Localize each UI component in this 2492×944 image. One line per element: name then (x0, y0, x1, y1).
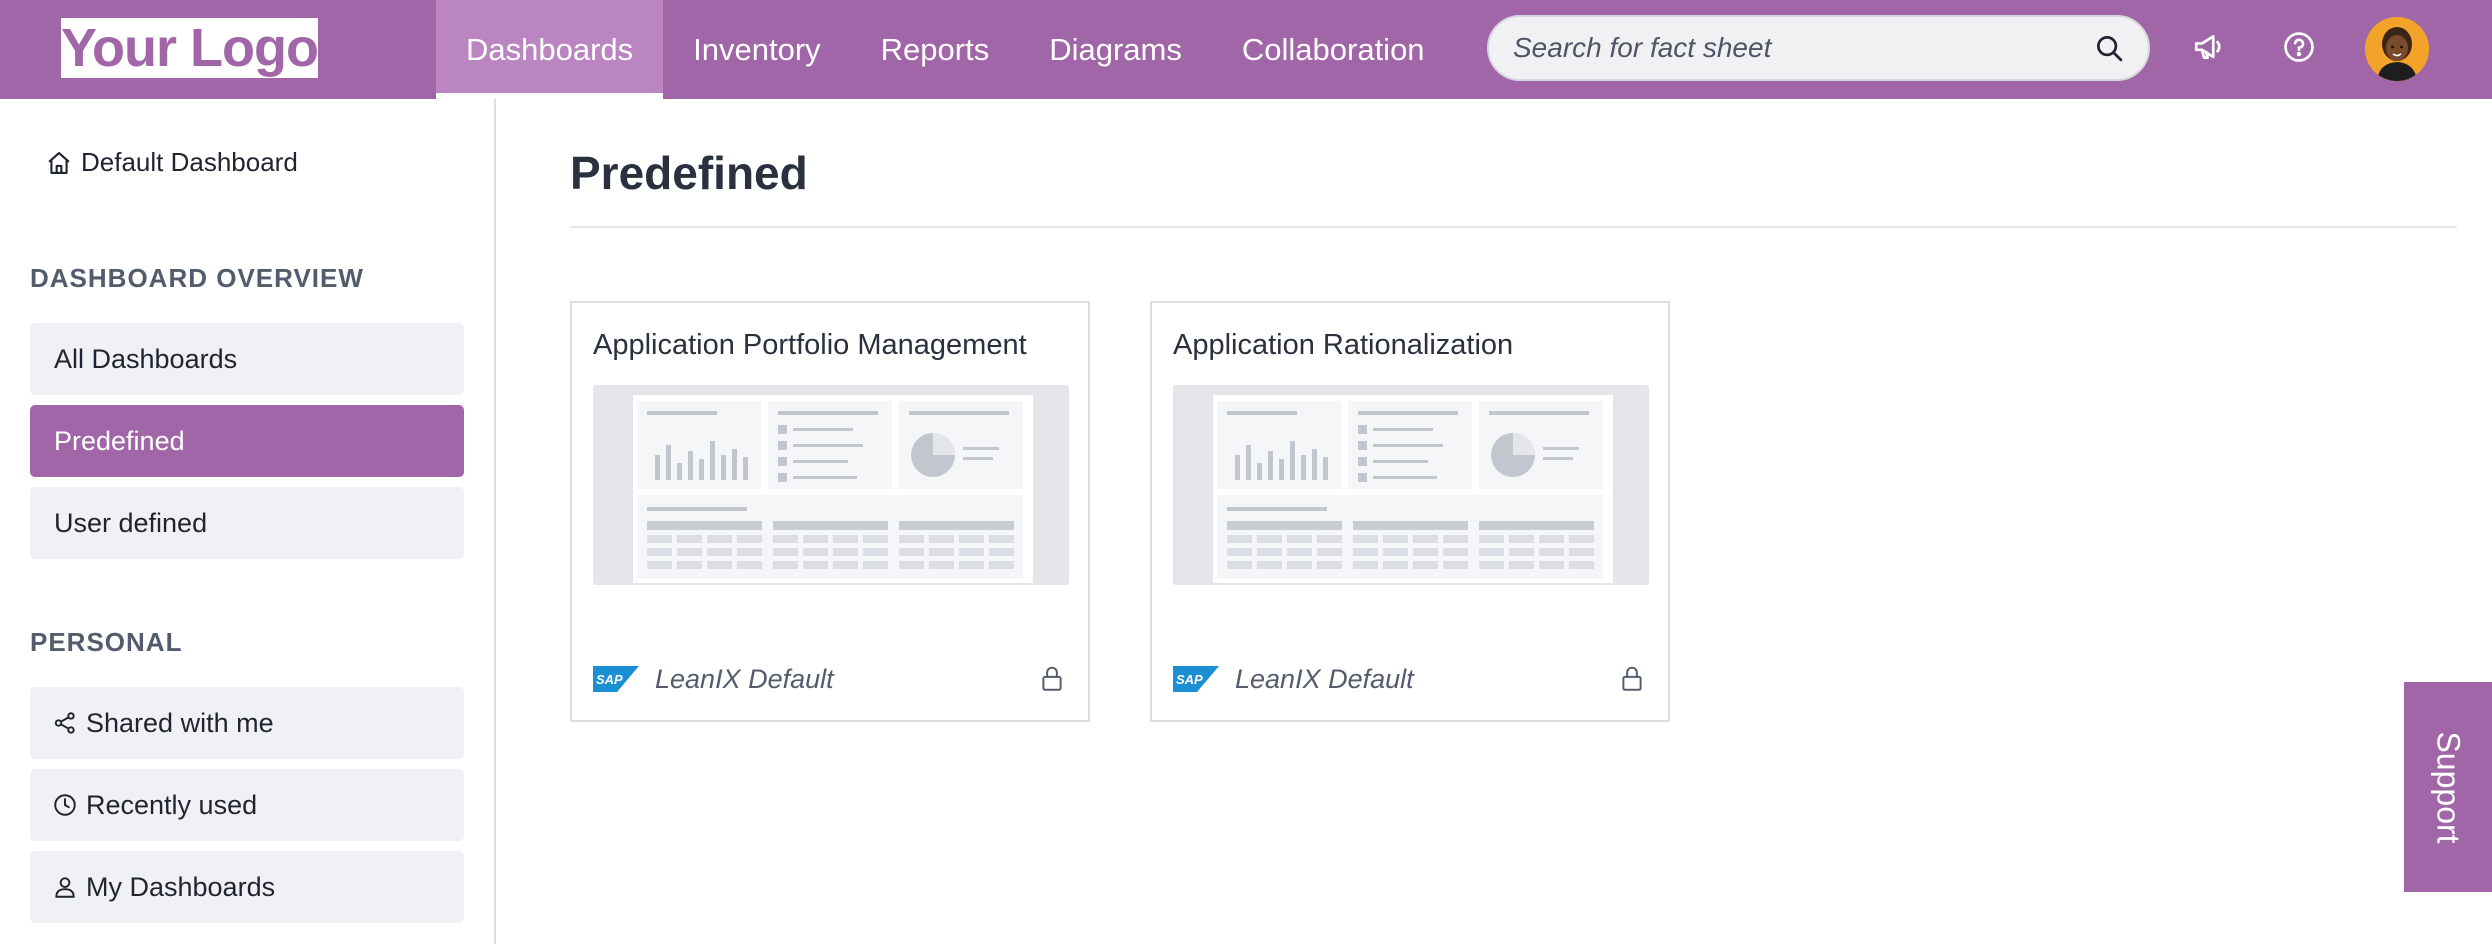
support-tab-button[interactable]: Support (2404, 682, 2492, 892)
user-icon (52, 874, 78, 900)
sidebar-item-label: My Dashboards (86, 871, 276, 902)
search-input[interactable] (1511, 31, 2094, 65)
company-logo[interactable]: Your Logo (61, 18, 319, 78)
lock-icon (1619, 665, 1645, 698)
main-nav: Dashboards Inventory Reports Diagrams Co… (436, 0, 1455, 99)
nav-collaboration[interactable]: Collaboration (1212, 0, 1455, 99)
sidebar-item-label: All Dashboards (54, 343, 238, 374)
sidebar-item-label: Shared with me (86, 707, 274, 738)
sidebar-item-predefined[interactable]: Predefined (30, 405, 464, 477)
sidebar-item-user-defined[interactable]: User defined (30, 487, 464, 559)
title-divider (570, 226, 2457, 228)
card-footer: SAP LeanIX Default (593, 661, 1069, 697)
nav-reports[interactable]: Reports (851, 0, 1020, 99)
svg-text:SAP: SAP (1176, 672, 1203, 687)
card-title: Application Portfolio Management (593, 329, 1027, 361)
default-dashboard-link[interactable]: Default Dashboard (45, 147, 298, 178)
dashboard-preview-thumbnail (1173, 385, 1649, 585)
lock-icon (1039, 665, 1065, 698)
page-title: Predefined (570, 147, 808, 199)
dashboard-preview-thumbnail (593, 385, 1069, 585)
nav-diagrams[interactable]: Diagrams (1019, 0, 1212, 99)
sidebar-item-label: Recently used (86, 789, 258, 820)
sidebar-item-all-dashboards[interactable]: All Dashboards (30, 323, 464, 395)
sap-logo-icon: SAP (1173, 666, 1219, 692)
megaphone-icon[interactable] (2184, 22, 2234, 72)
nav-inventory[interactable]: Inventory (663, 0, 851, 99)
support-label: Support (2430, 730, 2467, 844)
sidebar-item-shared-with-me[interactable]: Shared with me (30, 687, 464, 759)
dashboard-card[interactable]: Application Portfolio Management SAP Lea… (570, 301, 1090, 722)
card-footer: SAP LeanIX Default (1173, 661, 1649, 697)
dashboard-overview-heading: DASHBOARD OVERVIEW (30, 263, 364, 293)
fact-sheet-search (1487, 15, 2150, 81)
sidebar-item-my-dashboards[interactable]: My Dashboards (30, 851, 464, 923)
search-icon[interactable] (2094, 33, 2124, 63)
svg-text:SAP: SAP (596, 672, 623, 687)
card-owner: LeanIX Default (1235, 663, 1414, 694)
default-dashboard-label: Default Dashboard (81, 147, 298, 177)
personal-heading: PERSONAL (30, 627, 183, 657)
card-owner: LeanIX Default (655, 663, 834, 694)
sidebar-item-label: User defined (54, 507, 208, 538)
card-title: Application Rationalization (1173, 329, 1514, 361)
share-icon (52, 710, 78, 736)
nav-dashboards[interactable]: Dashboards (436, 0, 664, 99)
sap-logo-icon: SAP (593, 666, 639, 692)
avatar[interactable] (2365, 17, 2429, 81)
logo-text: Your Logo (61, 18, 319, 78)
home-icon (48, 151, 70, 174)
sidebar: Default Dashboard DASHBOARD OVERVIEW All… (0, 99, 496, 944)
clock-icon (52, 792, 78, 818)
dashboard-card[interactable]: Application Rationalization SAP LeanIX D… (1150, 301, 1670, 722)
sidebar-item-label: Predefined (54, 425, 185, 456)
top-navigation-bar: Your Logo Dashboards Inventory Reports D… (0, 0, 2492, 99)
sidebar-item-recently-used[interactable]: Recently used (30, 769, 464, 841)
help-icon[interactable] (2274, 22, 2324, 72)
